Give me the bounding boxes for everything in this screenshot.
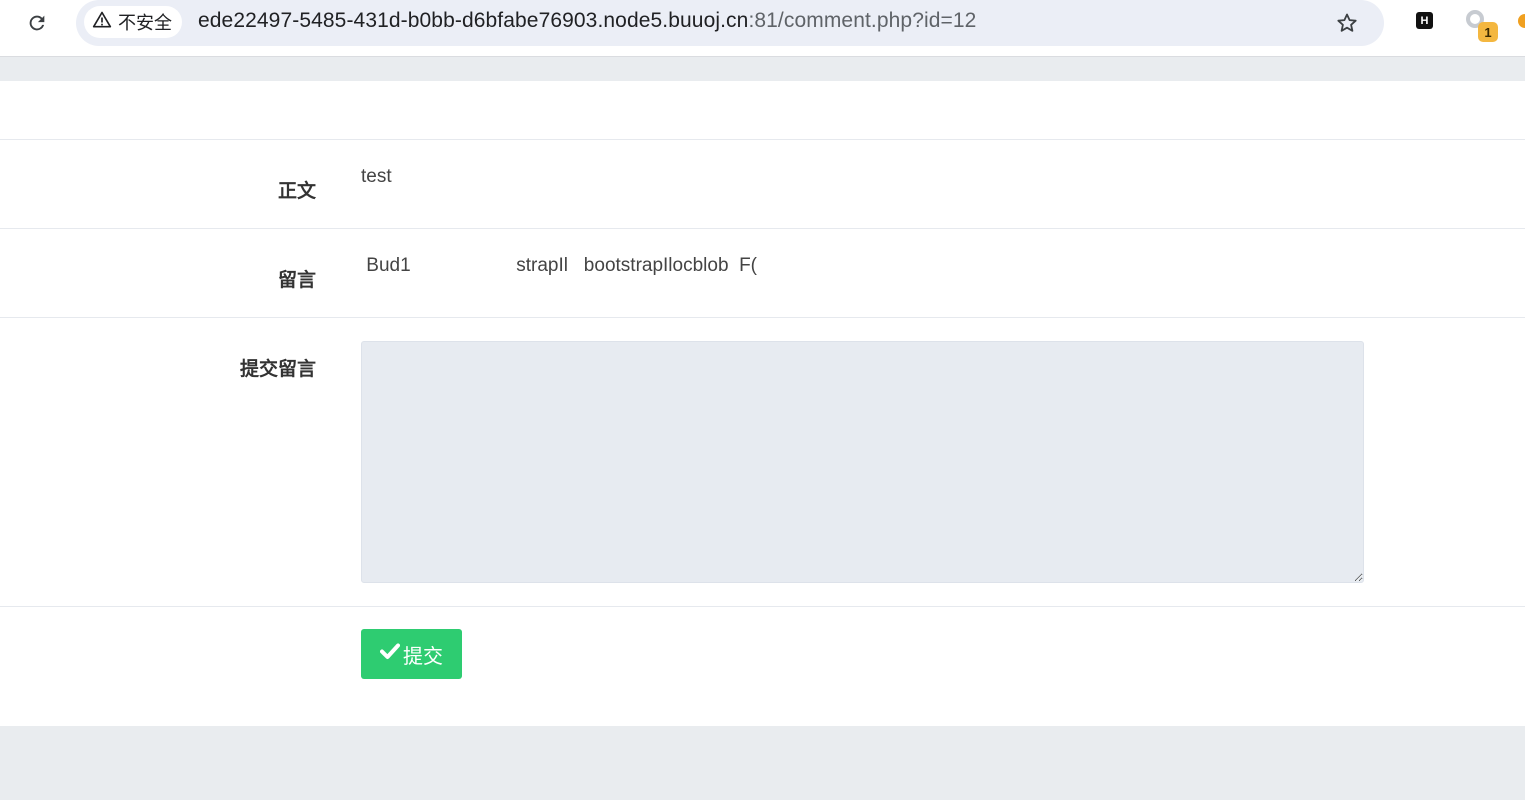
warning-icon xyxy=(92,10,112,35)
comment-panel: 正文 test 留言 Bud1 strapIl bootstrapIlocblo… xyxy=(0,81,1525,726)
body-value: test xyxy=(361,166,392,187)
security-indicator[interactable]: 不安全 xyxy=(84,6,182,38)
extension-badge-icon[interactable]: 1 xyxy=(1464,8,1498,42)
browser-toolbar: 不安全 ede22497-5485-431d-b0bb-d6bfabe76903… xyxy=(0,0,1525,57)
comment-row: 留言 Bud1 strapIl bootstrapIlocblob F( xyxy=(0,228,1525,317)
security-label: 不安全 xyxy=(118,13,172,33)
submit-comment-row: 提交留言 xyxy=(0,317,1525,606)
comment-label: 留言 xyxy=(277,270,316,291)
body-row: 正文 test xyxy=(0,139,1525,228)
submit-comment-label: 提交留言 xyxy=(239,359,316,380)
body-label: 正文 xyxy=(277,181,316,202)
comment-value: Bud1 strapIl bootstrapIlocblob F( xyxy=(361,255,758,276)
extension-h-icon[interactable]: H xyxy=(1416,12,1433,29)
button-row: 提交 xyxy=(0,606,1525,726)
url-text[interactable]: ede22497-5485-431d-b0bb-d6bfabe76903.nod… xyxy=(198,9,976,33)
submit-button-label: 提交 xyxy=(403,645,443,668)
star-icon[interactable] xyxy=(1332,8,1362,38)
extension-edge-icon[interactable] xyxy=(1518,14,1525,28)
url-path: :81/comment.php?id=12 xyxy=(748,9,977,32)
check-icon xyxy=(380,642,400,666)
comment-textarea[interactable] xyxy=(361,341,1364,583)
extension-badge-count: 1 xyxy=(1478,22,1498,42)
address-bar[interactable]: 不安全 ede22497-5485-431d-b0bb-d6bfabe76903… xyxy=(76,0,1384,46)
url-host: ede22497-5485-431d-b0bb-d6bfabe76903.nod… xyxy=(198,9,749,32)
submit-button[interactable]: 提交 xyxy=(361,629,462,679)
reload-icon[interactable] xyxy=(22,8,52,38)
